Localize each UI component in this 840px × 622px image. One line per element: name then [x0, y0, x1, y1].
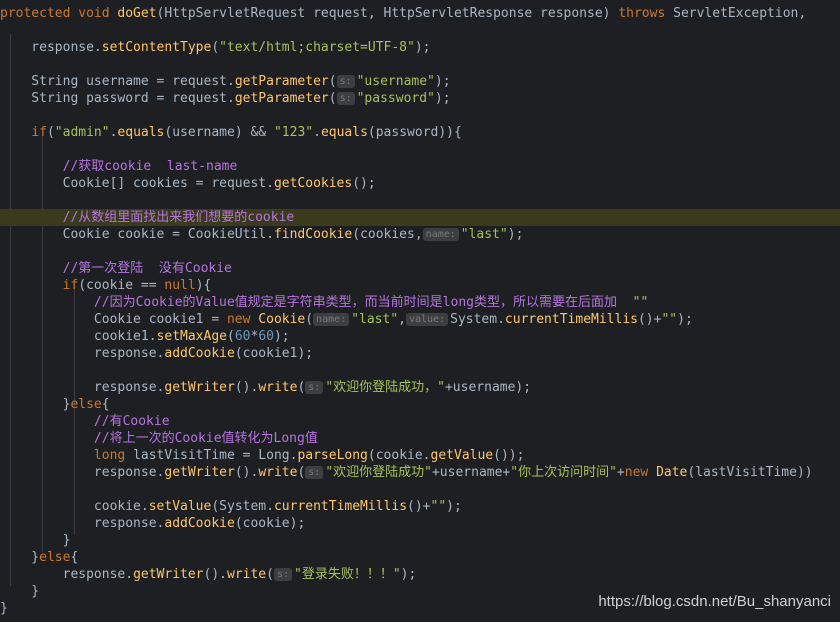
- code-editor[interactable]: protected void doGet(HttpServletRequest …: [0, 0, 840, 622]
- code-line-25[interactable]: //有Cookie: [0, 413, 840, 430]
- code-line-19[interactable]: Cookie cookie1 = new Cookie(name: "last",…: [0, 311, 840, 328]
- code-line-1[interactable]: protected void doGet(HttpServletRequest …: [0, 5, 840, 22]
- code-line-33[interactable]: }else{: [0, 549, 840, 566]
- code-line-17[interactable]: if(cookie == null){: [0, 277, 840, 294]
- param-hint: s:: [305, 381, 324, 394]
- code-line-27[interactable]: long lastVisitTime = Long.parseLong(cook…: [0, 447, 840, 464]
- code-line-34[interactable]: response.getWriter().write(s: "登录失败！！！");: [0, 566, 840, 583]
- param-hint: name:: [313, 313, 350, 326]
- code-line-23[interactable]: response.getWriter().write(s: "欢迎你登陆成功，"+…: [0, 379, 840, 396]
- code-line-13-highlighted[interactable]: //从数组里面找出来我们想要的cookie: [0, 209, 840, 226]
- code-line-24[interactable]: }else{: [0, 396, 840, 413]
- param-hint: name:: [422, 228, 459, 241]
- code-line-3[interactable]: response.setContentType("text/html;chars…: [0, 39, 840, 56]
- code-line-8[interactable]: if("admin".equals(username) && "123".equ…: [0, 124, 840, 141]
- code-line-21[interactable]: response.addCookie(cookie1);: [0, 345, 840, 362]
- code-line-6[interactable]: String password = request.getParameter(s…: [0, 90, 840, 107]
- code-line-18[interactable]: //因为Cookie的Value值规定是字符串类型，而当前时间是long类型，所…: [0, 294, 840, 311]
- code-line-26[interactable]: //将上一次的Cookie值转化为Long值: [0, 430, 840, 447]
- code-line-20[interactable]: cookie1.setMaxAge(60*60);: [0, 328, 840, 345]
- code-line-31[interactable]: response.addCookie(cookie);: [0, 515, 840, 532]
- code-line-16[interactable]: //第一次登陆 没有Cookie: [0, 260, 840, 277]
- param-hint: s:: [336, 75, 355, 88]
- param-hint: s:: [336, 92, 355, 105]
- code-line-5[interactable]: String username = request.getParameter(s…: [0, 73, 840, 90]
- code-line-14[interactable]: Cookie cookie = CookieUtil.findCookie(co…: [0, 226, 840, 243]
- param-hint: s:: [273, 568, 293, 581]
- code-line-28[interactable]: response.getWriter().write(s: "欢迎你登陆成功"+u…: [0, 464, 840, 481]
- watermark: https://blog.csdn.net/Bu_shanyanci: [598, 593, 831, 610]
- code-line-11[interactable]: Cookie[] cookies = request.getCookies();: [0, 175, 840, 192]
- code-line-30[interactable]: cookie.setValue(System.currentTimeMillis…: [0, 498, 840, 515]
- code-line-32[interactable]: }: [0, 532, 840, 549]
- param-hint: value:: [406, 313, 449, 326]
- code-line-10[interactable]: //获取cookie last-name: [0, 158, 840, 175]
- param-hint: s:: [305, 466, 324, 479]
